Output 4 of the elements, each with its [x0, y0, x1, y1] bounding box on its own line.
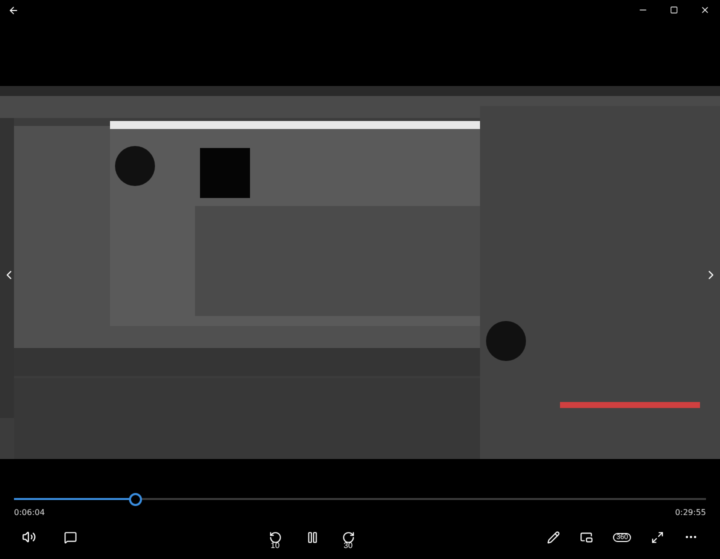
elapsed-time: 0:06:04 — [14, 508, 45, 517]
skip-back-button[interactable]: 10 — [266, 527, 286, 547]
total-time: 0:29:55 — [675, 508, 706, 517]
skip-forward-button[interactable]: 30 — [338, 527, 359, 547]
